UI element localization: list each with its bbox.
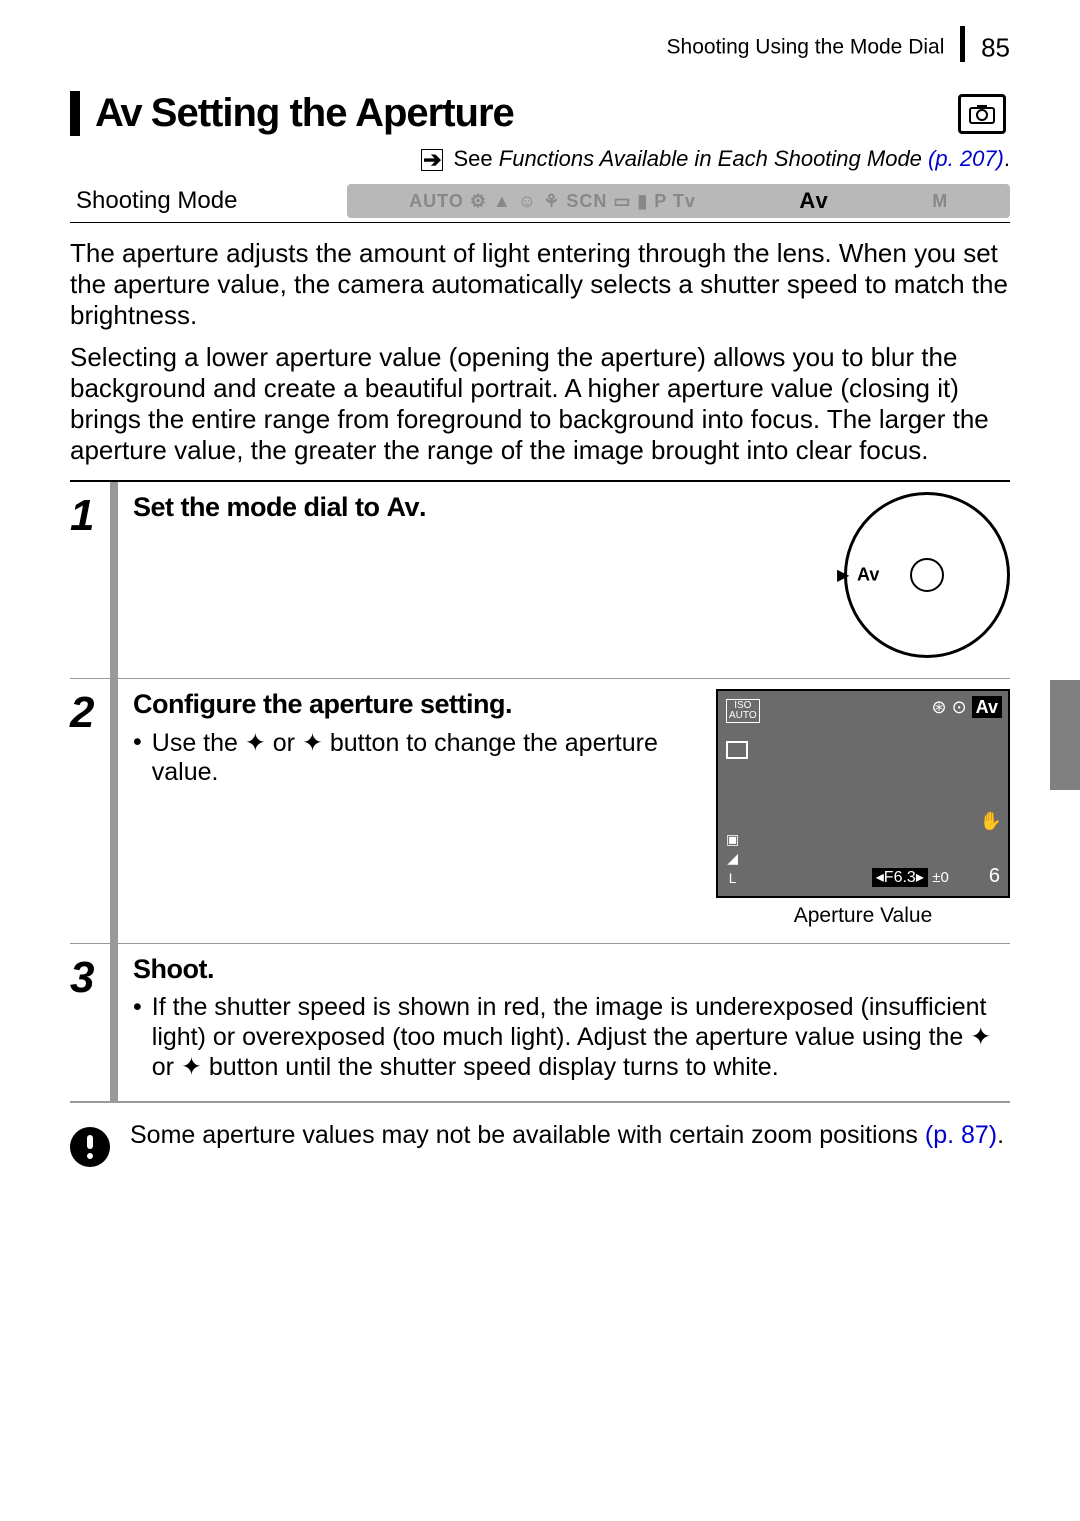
step-bar <box>110 944 118 1101</box>
lcd-iso-icon: ISO AUTO <box>726 699 760 723</box>
step-content: Configure the aperture setting. Use the … <box>133 689 696 928</box>
step1-title-pre: Set the mode dial to <box>133 492 387 522</box>
see-italic: Functions Available in Each Shooting Mod… <box>499 146 928 171</box>
intro-paragraph-1: The aperture adjusts the amount of light… <box>70 238 1010 332</box>
bullet-mid: or <box>266 729 302 757</box>
section-title: Av Setting the Aperture <box>95 91 514 136</box>
mode-dial-icon: Av ▶ <box>844 492 1010 658</box>
step2-bullet: Use the ✦ or ✦ button to change the aper… <box>133 728 696 787</box>
step-bar <box>110 679 118 943</box>
step-title: Configure the aperture setting. <box>133 689 696 720</box>
dial-av-label: Av <box>857 565 879 586</box>
bullet-post: button until the shutter speed display t… <box>202 1053 779 1081</box>
caution-icon <box>70 1127 110 1167</box>
title-text: Setting the Aperture <box>151 91 514 135</box>
section-title-row: Av Setting the Aperture <box>70 91 1010 136</box>
mode-m-dimmed: M <box>932 191 948 212</box>
lcd-top-right: ⊛ ⊙ Av <box>931 697 1002 718</box>
dial-pointer-icon: ▶ <box>837 565 849 585</box>
note-post: . <box>997 1121 1004 1149</box>
mode-icons-dimmed: AUTO ⚙ ▲ ☺ ⚘ SCN ▭ ▮ P Tv <box>409 191 696 212</box>
lcd-flash-icon: ⊛ ⊙ <box>931 697 971 717</box>
bullet-pre: If the shutter speed is shown in red, th… <box>152 993 987 1051</box>
title-prefix: Av <box>95 91 141 135</box>
right-arrow-icon: ✦ <box>302 729 323 757</box>
see-suffix: . <box>1004 146 1010 171</box>
left-arrow-icon: ✦ <box>245 729 266 757</box>
page: Shooting Using the Mode Dial 85 Av Setti… <box>0 0 1080 1197</box>
lcd-drive-icon <box>726 741 748 759</box>
step-number: 2 <box>70 689 110 928</box>
shooting-mode-label: Shooting Mode <box>76 187 237 215</box>
note-pre: Some aperture values may not be availabl… <box>130 1121 925 1149</box>
see-prefix: See <box>454 146 499 171</box>
bullet-pre: Use the <box>152 729 245 757</box>
step-content: Shoot. If the shutter speed is shown in … <box>133 954 1010 1086</box>
arrow-icon: ➔ <box>421 149 443 171</box>
step1-title-post: . <box>419 492 426 522</box>
left-arrow-icon: ✦ <box>970 1023 991 1051</box>
page-number: 85 <box>981 33 1010 63</box>
step-bar <box>110 482 118 678</box>
lcd-screen: ISO AUTO ⊛ ⊙ Av ▣◢L ✋ ◂F6.3▸ ±0 6 <box>716 689 1010 898</box>
header-divider <box>960 26 965 62</box>
lcd-hand-icon: ✋ <box>980 811 1002 832</box>
shooting-mode-row: Shooting Mode AUTO ⚙ ▲ ☺ ⚘ SCN ▭ ▮ P Tv … <box>70 180 1010 223</box>
step1-illustration: Av ▶ <box>844 492 1010 663</box>
mode-icons-strip: AUTO ⚙ ▲ ☺ ⚘ SCN ▭ ▮ P Tv Av M <box>347 184 1010 218</box>
bullet-mid: or <box>152 1053 181 1081</box>
step-number: 3 <box>70 954 110 1086</box>
right-arrow-icon: ✦ <box>181 1053 202 1081</box>
lcd-shots-remaining: 6 <box>989 865 1000 888</box>
step1-title-mode: Av <box>387 492 420 522</box>
mode-av-active: Av <box>799 188 828 214</box>
camera-icon <box>958 94 1006 134</box>
step-number: 1 <box>70 492 110 663</box>
intro-paragraph-2: Selecting a lower aperture value (openin… <box>70 342 1010 467</box>
lcd-aperture-value: ◂F6.3▸ <box>872 868 928 887</box>
note-link[interactable]: (p. 87) <box>925 1121 997 1149</box>
step-title: Set the mode dial to Av. <box>133 492 824 523</box>
breadcrumb: Shooting Using the Mode Dial <box>667 36 945 59</box>
step3-bullet: If the shutter speed is shown in red, th… <box>133 993 1010 1082</box>
lcd-left-icons: ▣◢L <box>726 830 739 889</box>
step-content: Set the mode dial to Av. <box>133 492 824 663</box>
step-title: Shoot. <box>133 954 1010 985</box>
step-3: 3 Shoot. If the shutter speed is shown i… <box>70 944 1010 1101</box>
steps-list: 1 Set the mode dial to Av. Av ▶ 2 Config… <box>70 480 1010 1103</box>
note-text: Some aperture values may not be availabl… <box>130 1121 1004 1150</box>
aperture-caption: Aperture Value <box>716 904 1010 928</box>
lcd-bottom-row: ◂F6.3▸ ±0 6 <box>872 865 1000 888</box>
step-2: 2 Configure the aperture setting. Use th… <box>70 679 1010 944</box>
side-tab <box>1050 680 1080 790</box>
lcd-iso-bot: AUTO <box>729 711 757 721</box>
lcd-av-badge: Av <box>972 696 1002 718</box>
see-link[interactable]: (p. 207) <box>928 146 1004 171</box>
step2-illustration: ISO AUTO ⊛ ⊙ Av ▣◢L ✋ ◂F6.3▸ ±0 6 <box>716 689 1010 928</box>
page-header: Shooting Using the Mode Dial 85 <box>70 30 1010 66</box>
lcd-exp-comp: ±0 <box>932 869 949 886</box>
see-reference: ➔ See Functions Available in Each Shooti… <box>70 146 1010 172</box>
note-row: Some aperture values may not be availabl… <box>70 1121 1010 1167</box>
step-1: 1 Set the mode dial to Av. Av ▶ <box>70 482 1010 679</box>
